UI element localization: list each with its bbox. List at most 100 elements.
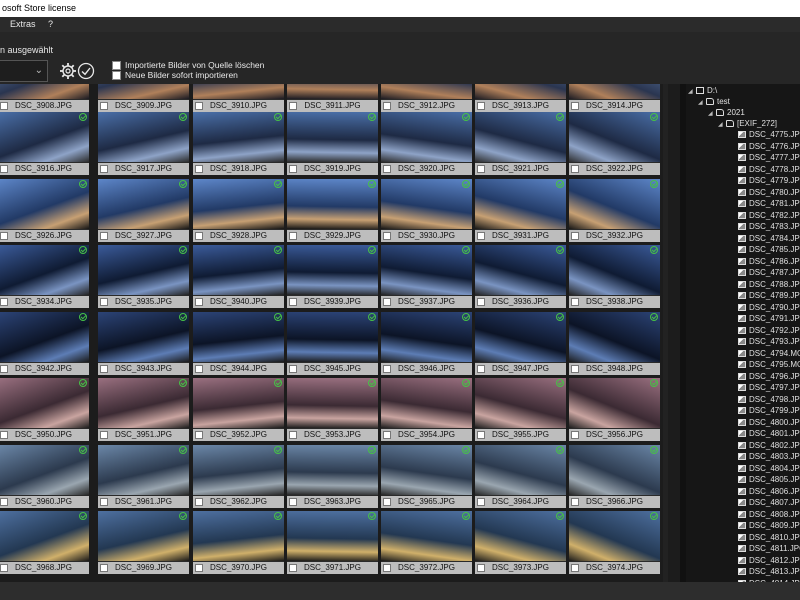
photo-thumbnail[interactable] bbox=[381, 444, 472, 495]
import-immediately-option[interactable]: Neue Bilder sofort importieren bbox=[112, 70, 238, 80]
photo-thumbnail[interactable] bbox=[381, 112, 472, 162]
photo-thumbnail[interactable] bbox=[569, 511, 660, 561]
thumbnail-card[interactable]: DSC_3953.JPG bbox=[287, 378, 378, 441]
tree-node-file[interactable]: DSC_4788.JPG bbox=[730, 279, 800, 290]
thumbnail-card[interactable]: DSC_3936.JPG bbox=[475, 245, 566, 308]
photo-thumbnail[interactable] bbox=[569, 84, 660, 99]
photo-thumbnail[interactable] bbox=[475, 84, 566, 99]
tree-node-file[interactable]: DSC_4800.JPG bbox=[730, 417, 800, 428]
tree-node-file[interactable]: DSC_4811.JPG bbox=[730, 543, 800, 554]
thumbnail-card[interactable]: DSC_3920.JPG bbox=[381, 112, 472, 175]
tree-node-file[interactable]: DSC_4806.JPG bbox=[730, 486, 800, 497]
photo-thumbnail[interactable] bbox=[98, 84, 189, 99]
photo-thumbnail[interactable] bbox=[475, 511, 566, 561]
thumbnail-card[interactable]: DSC_3951.JPG bbox=[98, 378, 189, 441]
photo-thumbnail[interactable] bbox=[569, 444, 660, 495]
photo-thumbnail[interactable] bbox=[98, 311, 189, 362]
thumbnail-card[interactable]: DSC_3930.JPG bbox=[381, 178, 472, 242]
photo-thumbnail[interactable] bbox=[287, 444, 378, 495]
photo-thumbnail[interactable] bbox=[193, 112, 284, 162]
tree-node-file[interactable]: DSC_4794.MOV bbox=[730, 348, 800, 359]
tree-node-file[interactable]: DSC_4790.JPG bbox=[730, 302, 800, 313]
tree-node-file[interactable]: DSC_4813.JPG bbox=[730, 566, 800, 577]
expand-toggle-icon[interactable]: ◢ bbox=[688, 87, 696, 98]
thumbnail-card[interactable]: DSC_3914.JPG bbox=[569, 84, 660, 112]
thumbnail-card[interactable]: DSC_3963.JPG bbox=[287, 444, 378, 508]
tree-node-file[interactable]: DSC_4795.MOV bbox=[730, 359, 800, 370]
thumbnail-card[interactable]: DSC_3912.JPG bbox=[381, 84, 472, 112]
thumbnail-card[interactable]: DSC_3944.JPG bbox=[193, 311, 284, 375]
thumbnail-card[interactable]: DSC_3934.JPG bbox=[0, 245, 89, 308]
tree-node-file[interactable]: DSC_4809.JPG bbox=[730, 520, 800, 531]
tree-node-file[interactable]: DSC_4777.JPG bbox=[730, 152, 800, 163]
expand-toggle-icon[interactable]: ◢ bbox=[718, 120, 726, 131]
tree-node-file[interactable]: DSC_4805.JPG bbox=[730, 474, 800, 485]
tree-node-file[interactable]: DSC_4797.JPG bbox=[730, 382, 800, 393]
tree-node-file[interactable]: DSC_4789.JPG bbox=[730, 290, 800, 301]
delete-from-source-checkbox[interactable] bbox=[112, 60, 121, 70]
photo-thumbnail[interactable] bbox=[98, 378, 189, 428]
photo-thumbnail[interactable] bbox=[475, 444, 566, 495]
thumbnail-card[interactable]: DSC_3911.JPG bbox=[287, 84, 378, 112]
thumbnail-card[interactable]: DSC_3971.JPG bbox=[287, 511, 378, 574]
thumbnail-card[interactable]: DSC_3947.JPG bbox=[475, 311, 566, 375]
photo-thumbnail[interactable] bbox=[287, 311, 378, 362]
thumbnail-card[interactable]: DSC_3932.JPG bbox=[569, 178, 660, 242]
thumbnail-card[interactable]: DSC_3910.JPG bbox=[193, 84, 284, 112]
photo-thumbnail[interactable] bbox=[98, 444, 189, 495]
thumbnail-card[interactable]: DSC_3962.JPG bbox=[193, 444, 284, 508]
thumbnail-card[interactable]: DSC_3969.JPG bbox=[98, 511, 189, 574]
thumbnail-card[interactable]: DSC_3948.JPG bbox=[569, 311, 660, 375]
grid-scrollbar[interactable] bbox=[663, 84, 668, 582]
tree-node-file[interactable]: DSC_4792.JPG bbox=[730, 325, 800, 336]
thumbnail-card[interactable]: DSC_3964.JPG bbox=[475, 444, 566, 508]
tree-node-file[interactable]: DSC_4785.JPG bbox=[730, 244, 800, 255]
photo-thumbnail[interactable] bbox=[287, 112, 378, 162]
tree-node-file[interactable]: DSC_4778.JPG bbox=[730, 164, 800, 175]
photo-thumbnail[interactable] bbox=[569, 112, 660, 162]
tree-node-file[interactable]: DSC_4787.JPG bbox=[730, 267, 800, 278]
photo-thumbnail[interactable] bbox=[381, 178, 472, 229]
thumbnail-card[interactable]: DSC_3974.JPG bbox=[569, 511, 660, 574]
thumbnail-card[interactable]: DSC_3973.JPG bbox=[475, 511, 566, 574]
expand-toggle-icon[interactable]: ◢ bbox=[698, 98, 706, 109]
tree-node-file[interactable]: DSC_4776.JPG bbox=[730, 141, 800, 152]
photo-thumbnail[interactable] bbox=[475, 311, 566, 362]
photo-thumbnail[interactable] bbox=[287, 511, 378, 561]
photo-thumbnail[interactable] bbox=[381, 311, 472, 362]
thumbnail-card[interactable]: DSC_3965.JPG bbox=[381, 444, 472, 508]
thumbnail-card[interactable]: DSC_3937.JPG bbox=[381, 245, 472, 308]
thumbnail-card[interactable]: DSC_3916.JPG bbox=[0, 112, 89, 175]
tree-node-file[interactable]: DSC_4786.JPG bbox=[730, 256, 800, 267]
thumbnail-card[interactable]: DSC_3968.JPG bbox=[0, 511, 89, 574]
thumbnail-card[interactable]: DSC_3918.JPG bbox=[193, 112, 284, 175]
thumbnail-card[interactable]: DSC_3935.JPG bbox=[98, 245, 189, 308]
photo-thumbnail[interactable] bbox=[569, 311, 660, 362]
photo-thumbnail[interactable] bbox=[193, 378, 284, 428]
photo-thumbnail[interactable] bbox=[381, 511, 472, 561]
photo-thumbnail[interactable] bbox=[98, 245, 189, 295]
thumbnail-card[interactable]: DSC_3955.JPG bbox=[475, 378, 566, 441]
photo-thumbnail[interactable] bbox=[0, 245, 89, 295]
tree-node-folder[interactable]: ◢ [EXIF_272] bbox=[718, 118, 777, 129]
thumbnail-card[interactable]: DSC_3913.JPG bbox=[475, 84, 566, 112]
photo-thumbnail[interactable] bbox=[569, 178, 660, 229]
thumbnail-card[interactable]: DSC_3945.JPG bbox=[287, 311, 378, 375]
photo-thumbnail[interactable] bbox=[0, 378, 89, 428]
photo-thumbnail[interactable] bbox=[0, 311, 89, 362]
photo-thumbnail[interactable] bbox=[98, 511, 189, 561]
photo-thumbnail[interactable] bbox=[0, 178, 89, 229]
photo-thumbnail[interactable] bbox=[475, 178, 566, 229]
tree-node-file[interactable]: DSC_4799.JPG bbox=[730, 405, 800, 416]
thumbnail-card[interactable]: DSC_3940.JPG bbox=[193, 245, 284, 308]
photo-thumbnail[interactable] bbox=[98, 178, 189, 229]
menu-extras[interactable]: Extras bbox=[0, 17, 41, 32]
photo-thumbnail[interactable] bbox=[193, 311, 284, 362]
tree-node-file[interactable]: DSC_4791.JPG bbox=[730, 313, 800, 324]
thumbnail-card[interactable]: DSC_3956.JPG bbox=[569, 378, 660, 441]
tree-node-file[interactable]: DSC_4798.JPG bbox=[730, 394, 800, 405]
gear-icon[interactable] bbox=[59, 62, 77, 80]
photo-thumbnail[interactable] bbox=[287, 84, 378, 99]
thumbnail-card[interactable]: DSC_3946.JPG bbox=[381, 311, 472, 375]
thumbnail-card[interactable]: DSC_3972.JPG bbox=[381, 511, 472, 574]
